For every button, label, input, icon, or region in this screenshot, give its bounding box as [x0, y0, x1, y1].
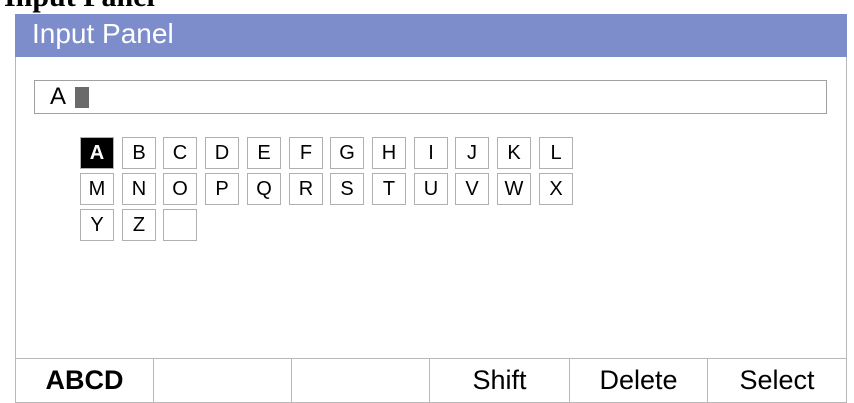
function-button-shift[interactable]: Shift	[429, 358, 570, 403]
key-n[interactable]: N	[122, 173, 156, 205]
key-v[interactable]: V	[455, 173, 489, 205]
key-a[interactable]: A	[80, 137, 114, 169]
key-b[interactable]: B	[122, 137, 156, 169]
text-cursor	[75, 87, 89, 108]
key-u[interactable]: U	[414, 173, 448, 205]
function-button-abcd[interactable]: ABCD	[15, 358, 154, 403]
function-key-bar: ABCD Shift Delete Select	[15, 358, 847, 403]
text-input-field[interactable]: A	[34, 80, 827, 114]
function-button-blank-2[interactable]	[291, 358, 430, 403]
function-button-select[interactable]: Select	[707, 358, 847, 403]
key-i[interactable]: I	[414, 137, 448, 169]
panel-title-bar: Input Panel	[15, 14, 847, 57]
cropped-header-text: Input Panel	[0, 0, 854, 14]
key-d[interactable]: D	[205, 137, 239, 169]
key-h[interactable]: H	[372, 137, 406, 169]
key-m[interactable]: M	[80, 173, 114, 205]
key-t[interactable]: T	[372, 173, 406, 205]
key-w[interactable]: W	[497, 173, 531, 205]
key-y[interactable]: Y	[80, 209, 114, 241]
key-g[interactable]: G	[330, 137, 364, 169]
key-z[interactable]: Z	[122, 209, 156, 241]
key-r[interactable]: R	[289, 173, 323, 205]
panel-title: Input Panel	[32, 18, 174, 49]
key-q[interactable]: Q	[247, 173, 281, 205]
key-j[interactable]: J	[455, 137, 489, 169]
cropped-header-label: Input Panel	[4, 0, 155, 14]
key-l[interactable]: L	[539, 137, 573, 169]
input-value: A	[50, 83, 67, 110]
key-e[interactable]: E	[247, 137, 281, 169]
function-button-blank-1[interactable]	[153, 358, 292, 403]
key-x[interactable]: X	[539, 173, 573, 205]
key-blank[interactable]	[163, 209, 197, 241]
key-k[interactable]: K	[497, 137, 531, 169]
key-c[interactable]: C	[163, 137, 197, 169]
key-p[interactable]: P	[205, 173, 239, 205]
input-panel: Input Panel A ABCDEFGHIJKLMNOPQRSTUVWXYZ…	[15, 14, 847, 403]
key-f[interactable]: F	[289, 137, 323, 169]
panel-content: A ABCDEFGHIJKLMNOPQRSTUVWXYZ	[15, 57, 847, 358]
key-s[interactable]: S	[330, 173, 364, 205]
key-o[interactable]: O	[163, 173, 197, 205]
function-button-delete[interactable]: Delete	[569, 358, 708, 403]
